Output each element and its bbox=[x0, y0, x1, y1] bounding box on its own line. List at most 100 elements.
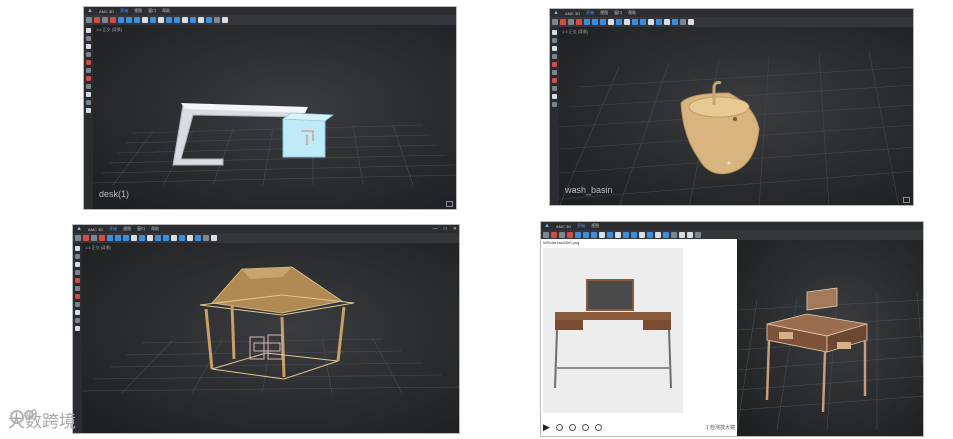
viewport[interactable]: 1:4 正交 [背景] desk(1) bbox=[93, 25, 456, 209]
minimize-icon[interactable]: — bbox=[433, 225, 438, 233]
side-tool-icon[interactable] bbox=[86, 28, 91, 33]
menu-item[interactable]: 帮助 bbox=[162, 8, 170, 14]
stop-tool-icon[interactable] bbox=[99, 235, 105, 241]
move-tool-icon[interactable] bbox=[107, 235, 113, 241]
zoom-in-icon[interactable] bbox=[568, 423, 576, 431]
material-tool-icon[interactable] bbox=[139, 235, 145, 241]
warning-tool-icon[interactable] bbox=[688, 19, 694, 25]
triangle-tool-icon[interactable] bbox=[680, 19, 686, 25]
side-tool-icon[interactable] bbox=[552, 38, 557, 43]
view-tool-icon[interactable] bbox=[656, 19, 662, 25]
triangle-tool-icon[interactable] bbox=[203, 235, 209, 241]
select-tool-icon[interactable] bbox=[552, 19, 558, 25]
side-tool-icon[interactable] bbox=[86, 108, 91, 113]
stop-tool-icon[interactable] bbox=[567, 232, 573, 238]
triangle-tool-icon[interactable] bbox=[214, 17, 220, 23]
viewport[interactable]: 1:4 正交 [背景] wash_basin bbox=[559, 27, 913, 205]
corner-icon[interactable] bbox=[446, 201, 453, 207]
side-tool-icon[interactable] bbox=[86, 100, 91, 105]
select-tool-icon[interactable] bbox=[75, 235, 81, 241]
snap-tool-icon[interactable] bbox=[187, 235, 193, 241]
viewport[interactable] bbox=[737, 240, 923, 436]
side-tool-icon[interactable] bbox=[552, 102, 557, 107]
zoom-out-icon[interactable] bbox=[555, 423, 563, 431]
mesh-tool-icon[interactable] bbox=[599, 232, 605, 238]
menu-item[interactable]: 开始 bbox=[109, 226, 117, 232]
record-tool-icon[interactable] bbox=[560, 19, 566, 25]
snap-tool-icon[interactable] bbox=[655, 232, 661, 238]
rotate-tool-icon[interactable] bbox=[583, 232, 589, 238]
extra-tool-icon[interactable] bbox=[695, 232, 701, 238]
render-tool-icon[interactable] bbox=[624, 19, 630, 25]
record-tool-icon[interactable] bbox=[83, 235, 89, 241]
side-tool-icon[interactable] bbox=[86, 44, 91, 49]
side-tool-icon[interactable] bbox=[86, 84, 91, 89]
maximize-icon[interactable]: □ bbox=[444, 225, 447, 233]
side-tool-icon[interactable] bbox=[86, 68, 91, 73]
side-tool-icon[interactable] bbox=[86, 92, 91, 97]
menu-item[interactable]: 帮助 bbox=[151, 226, 159, 232]
menu-item[interactable]: 窗口 bbox=[137, 226, 145, 232]
menu-item[interactable]: 开始 bbox=[577, 223, 585, 229]
grid-tool-icon[interactable] bbox=[639, 232, 645, 238]
grid-tool-icon[interactable] bbox=[648, 19, 654, 25]
stop-tool-icon[interactable] bbox=[110, 17, 116, 23]
camera-tool-icon[interactable] bbox=[155, 235, 161, 241]
menu-item[interactable]: 视图 bbox=[123, 226, 131, 232]
view-tool-icon[interactable] bbox=[179, 235, 185, 241]
render-tool-icon[interactable] bbox=[158, 17, 164, 23]
warning-tool-icon[interactable] bbox=[679, 232, 685, 238]
menu-item[interactable]: 视图 bbox=[591, 223, 599, 229]
side-tool-icon[interactable] bbox=[552, 70, 557, 75]
grid-tool-icon[interactable] bbox=[182, 17, 188, 23]
fit-icon[interactable] bbox=[594, 423, 602, 431]
viewport[interactable]: 1:4 正交 [背景] bbox=[82, 243, 459, 433]
export-tool-icon[interactable] bbox=[195, 235, 201, 241]
side-tool-icon[interactable] bbox=[75, 262, 80, 267]
box-tool-icon[interactable] bbox=[102, 17, 108, 23]
menu-item[interactable]: 视图 bbox=[600, 10, 608, 16]
move-tool-icon[interactable] bbox=[584, 19, 590, 25]
light-tool-icon[interactable] bbox=[174, 17, 180, 23]
scale-tool-icon[interactable] bbox=[600, 19, 606, 25]
side-tool-icon[interactable] bbox=[75, 302, 80, 307]
box-tool-icon[interactable] bbox=[91, 235, 97, 241]
menu-item[interactable]: 视图 bbox=[134, 8, 142, 14]
box-tool-icon[interactable] bbox=[568, 19, 574, 25]
grid-tool-icon[interactable] bbox=[171, 235, 177, 241]
triangle-tool-icon[interactable] bbox=[671, 232, 677, 238]
material-tool-icon[interactable] bbox=[607, 232, 613, 238]
side-tool-icon[interactable] bbox=[552, 62, 557, 67]
rotate-tool-icon[interactable] bbox=[115, 235, 121, 241]
stop-tool-icon[interactable] bbox=[576, 19, 582, 25]
select-tool-icon[interactable] bbox=[86, 17, 92, 23]
rotate-tool-icon[interactable] bbox=[126, 17, 132, 23]
corner-icon[interactable] bbox=[903, 197, 910, 203]
side-tool-icon[interactable] bbox=[75, 326, 80, 331]
camera-tool-icon[interactable] bbox=[632, 19, 638, 25]
side-tool-icon[interactable] bbox=[75, 246, 80, 251]
play-icon[interactable]: ▶ bbox=[543, 422, 550, 433]
record-tool-icon[interactable] bbox=[94, 17, 100, 23]
side-tool-icon[interactable] bbox=[86, 60, 91, 65]
export-tool-icon[interactable] bbox=[206, 17, 212, 23]
side-tool-icon[interactable] bbox=[552, 78, 557, 83]
scale-tool-icon[interactable] bbox=[123, 235, 129, 241]
warning-tool-icon[interactable] bbox=[222, 17, 228, 23]
side-tool-icon[interactable] bbox=[552, 94, 557, 99]
scale-tool-icon[interactable] bbox=[134, 17, 140, 23]
side-tool-icon[interactable] bbox=[552, 54, 557, 59]
side-tool-icon[interactable] bbox=[75, 254, 80, 259]
light-tool-icon[interactable] bbox=[163, 235, 169, 241]
menu-item[interactable]: 开始 bbox=[586, 10, 594, 16]
snap-tool-icon[interactable] bbox=[198, 17, 204, 23]
side-tool-icon[interactable] bbox=[552, 86, 557, 91]
menu-item[interactable]: 开始 bbox=[120, 8, 128, 14]
render-tool-icon[interactable] bbox=[615, 232, 621, 238]
render-tool-icon[interactable] bbox=[147, 235, 153, 241]
rotate-tool-icon[interactable] bbox=[592, 19, 598, 25]
scale-tool-icon[interactable] bbox=[591, 232, 597, 238]
move-tool-icon[interactable] bbox=[575, 232, 581, 238]
side-tool-icon[interactable] bbox=[86, 52, 91, 57]
side-tool-icon[interactable] bbox=[86, 36, 91, 41]
